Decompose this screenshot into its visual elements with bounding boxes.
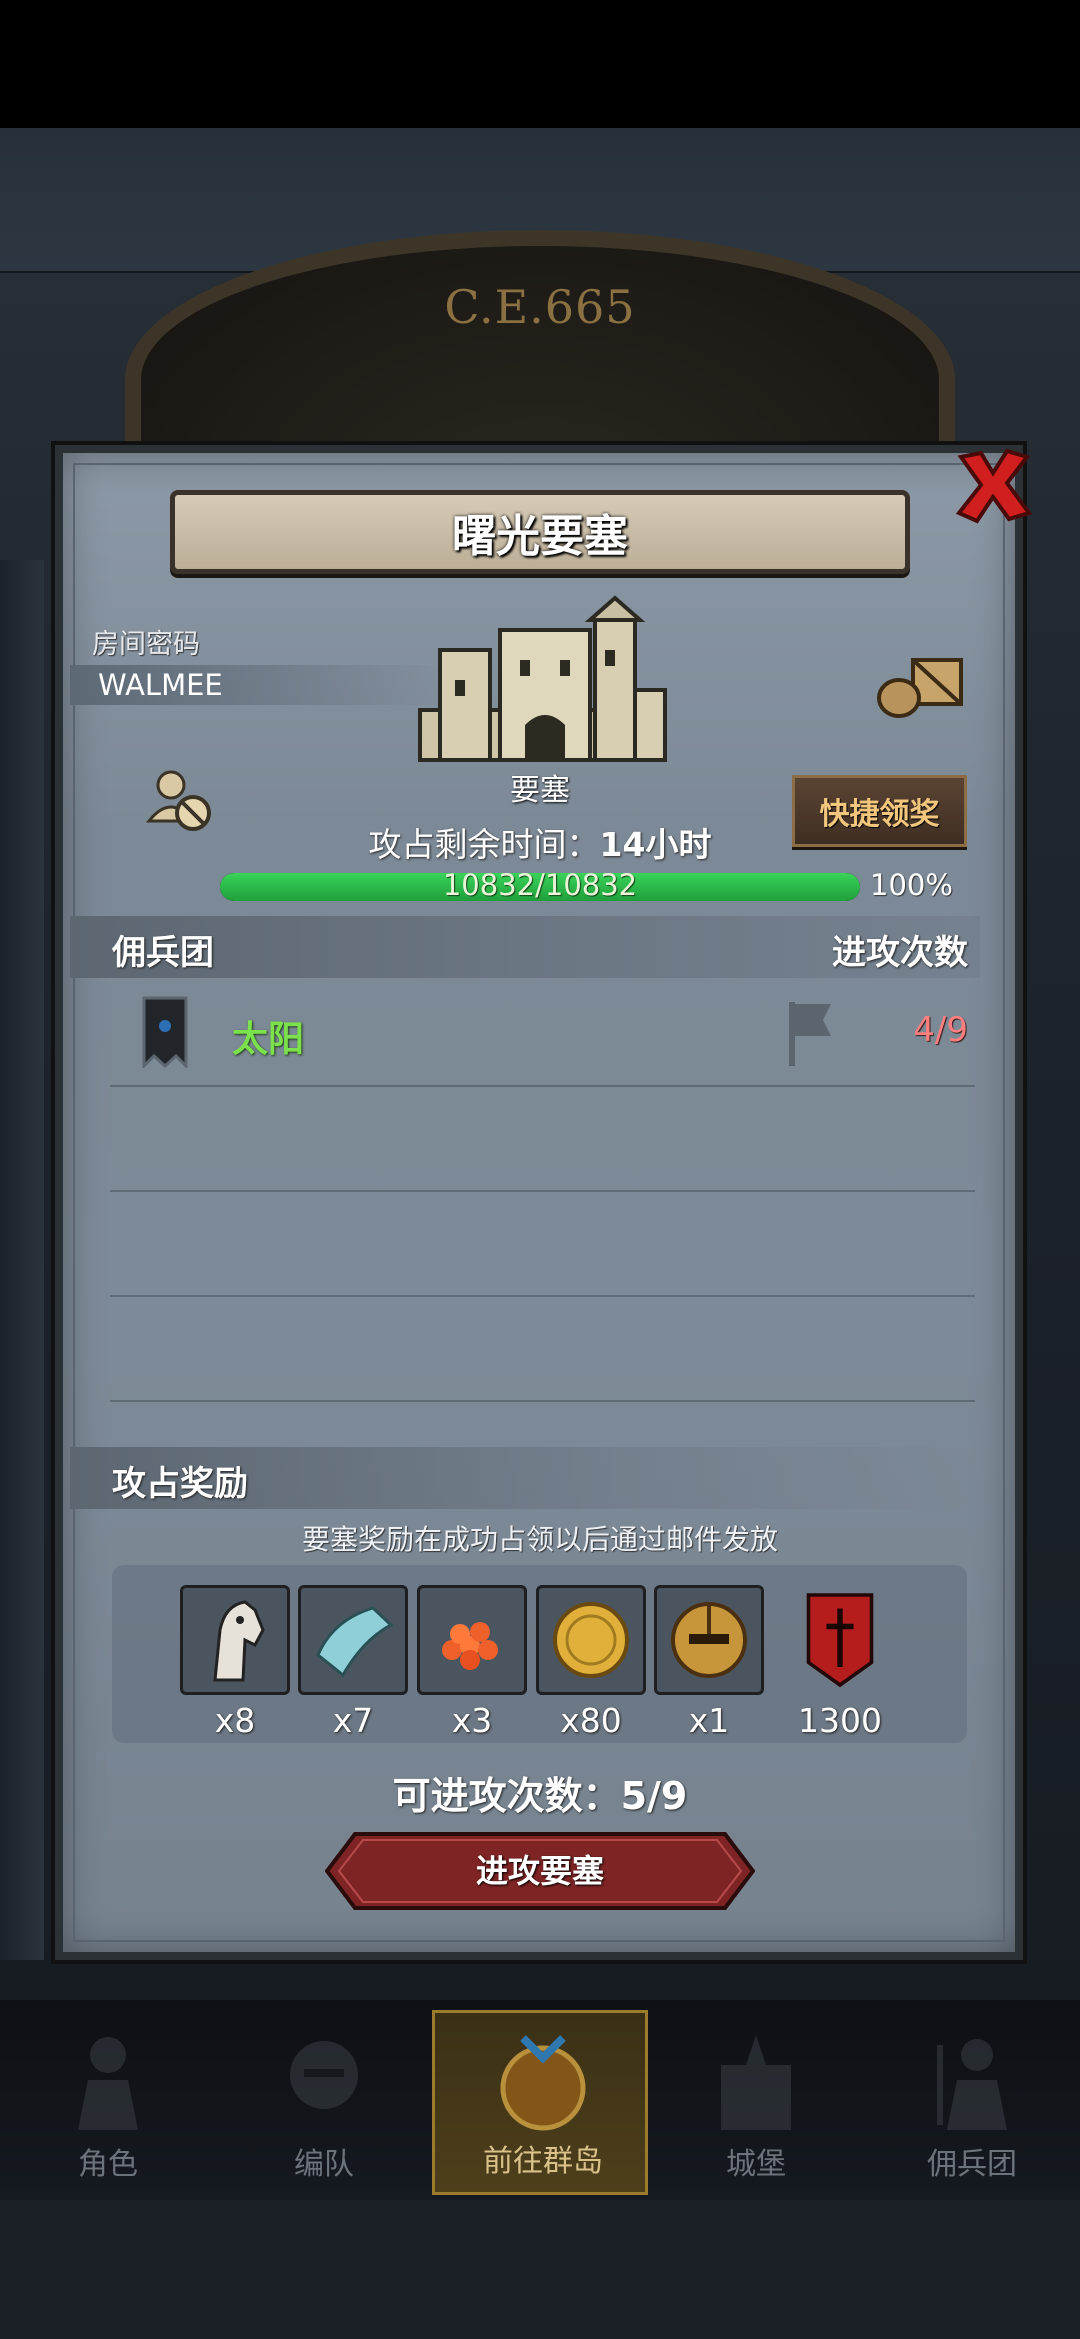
island-icon — [500, 2035, 586, 2131]
reward-qty: x8 — [214, 1701, 256, 1740]
era-label: C.E.665 — [444, 280, 636, 334]
hp-percent: 100% — [870, 868, 953, 902]
nav-item-castle[interactable]: 城堡 — [648, 2010, 864, 2195]
modal-title-plate: 曙光要塞 — [170, 490, 910, 574]
capture-timer: 攻占剩余时间：14小时 — [0, 818, 1080, 866]
mercenary-banner-icon — [142, 996, 188, 1068]
helmet-icon — [654, 1585, 764, 1695]
room-password-label: 房间密码 — [92, 629, 200, 660]
mercenary-name[interactable]: 太阳 — [232, 1010, 304, 1062]
reward-qty: x7 — [332, 1701, 374, 1740]
reward-item[interactable]: x7 — [298, 1585, 408, 1740]
attack-fortress-button[interactable]: 进攻要塞 — [325, 1832, 755, 1910]
berries-icon — [417, 1585, 527, 1695]
reward-qty: x3 — [451, 1701, 493, 1740]
nav-label: 前往群岛 — [483, 2144, 603, 2179]
nav-label: 编队 — [294, 2147, 354, 2182]
castle-icon — [721, 2035, 791, 2130]
red-banner-icon — [785, 1585, 895, 1695]
nav-label: 角色 — [78, 2147, 138, 2182]
nav-label: 佣兵团 — [927, 2147, 1017, 2182]
list-divider — [110, 1400, 975, 1402]
nav-label: 城堡 — [726, 2147, 786, 2182]
gold-coin-icon — [536, 1585, 646, 1695]
mercenary-attack-count: 4/9 — [913, 1010, 968, 1050]
timer-value: 14小时 — [599, 825, 712, 864]
list-divider — [110, 1295, 975, 1297]
nav-item-islands[interactable]: 前往群岛 — [432, 2010, 648, 2195]
attack-button-label: 进攻要塞 — [475, 1852, 604, 1890]
mercenary-icon — [937, 2039, 1007, 2130]
reward-qty: x80 — [560, 1701, 622, 1740]
reward-item[interactable]: x3 — [417, 1585, 527, 1740]
knight-icon — [78, 2037, 138, 2130]
nav-item-mercenary[interactable]: 佣兵团 — [864, 2010, 1080, 2195]
hp-text: 10832/10832 — [442, 868, 638, 902]
reward-item[interactable]: 1300 — [785, 1585, 895, 1740]
attack-count-header: 进攻次数 — [832, 933, 968, 973]
room-password-value: WALMEE — [70, 665, 450, 705]
status-area — [0, 0, 1080, 128]
nav-item-formation[interactable]: 编队 — [216, 2010, 432, 2195]
timer-label: 攻占剩余时间： — [368, 825, 600, 864]
mercenary-header: 佣兵团 — [112, 933, 214, 973]
helmet-icon — [290, 2041, 358, 2109]
side-panel-edge — [0, 560, 44, 1960]
list-divider — [110, 1085, 975, 1087]
fortress-icon — [418, 595, 667, 762]
reward-qty: x1 — [688, 1701, 730, 1740]
reward-item[interactable]: x80 — [536, 1585, 646, 1740]
close-icon — [955, 448, 1033, 524]
reward-item[interactable]: x1 — [654, 1585, 764, 1740]
cloth-icon — [298, 1585, 408, 1695]
reward-item[interactable]: x8 — [180, 1585, 290, 1740]
reward-header: 攻占奖励 — [112, 1464, 248, 1504]
close-button[interactable] — [948, 440, 1038, 530]
reward-qty: 1300 — [798, 1701, 882, 1740]
system-nav-area — [0, 2200, 1080, 2339]
supply-crate-icon[interactable] — [875, 650, 965, 720]
reward-note: 要塞奖励在成功占领以后通过邮件发放 — [301, 1523, 778, 1556]
list-divider — [110, 1190, 975, 1192]
horse-icon — [180, 1585, 290, 1695]
flag-icon — [789, 1002, 831, 1066]
nav-item-character[interactable]: 角色 — [0, 2010, 216, 2195]
fortress-label: 要塞 — [510, 773, 570, 808]
attacks-remaining: 可进攻次数：5/9 — [392, 1774, 688, 1818]
modal-title: 曙光要塞 — [452, 511, 628, 562]
